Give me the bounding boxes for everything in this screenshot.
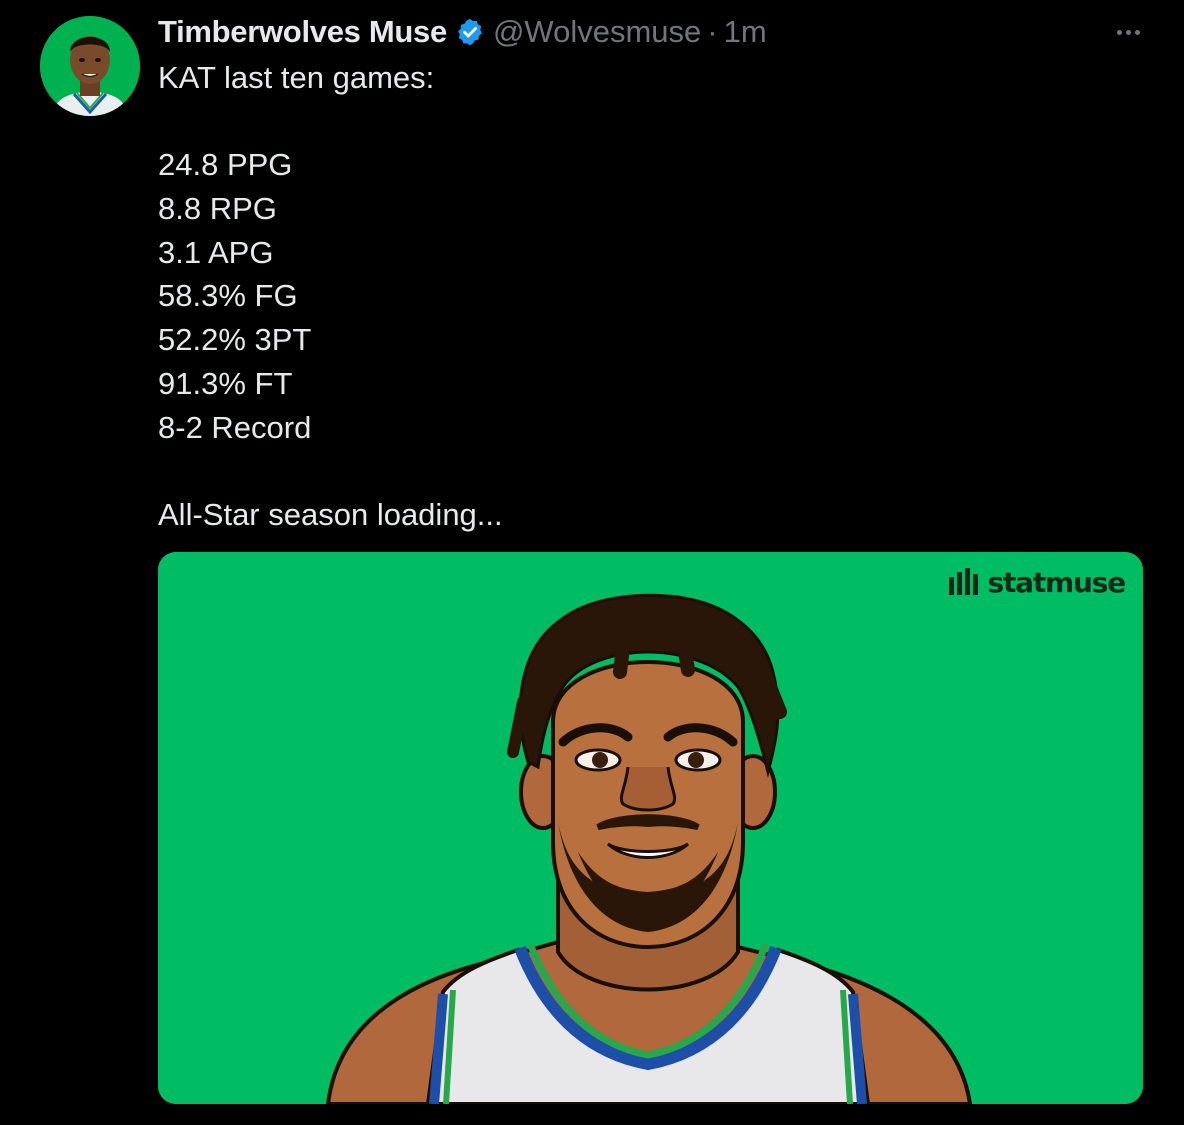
- text-line: 58.3% FG: [158, 278, 298, 314]
- text-line: All-Star season loading...: [158, 496, 503, 532]
- separator: ·: [707, 14, 718, 49]
- statmuse-text: statmuse: [987, 566, 1127, 599]
- player-illustration: [158, 552, 1143, 1104]
- tweet[interactable]: Timberwolves Muse @Wolvesmuse · 1m KAT l…: [0, 0, 1184, 1125]
- statmuse-logo-icon: [948, 567, 978, 595]
- more-horizontal-icon[interactable]: [1108, 20, 1148, 44]
- tweet-text: KAT last ten games: 24.8 PPG 8.8 RPG 3.1…: [158, 56, 1118, 537]
- text-line: 8.8 RPG: [158, 191, 277, 227]
- tweet-header: Timberwolves Muse @Wolvesmuse · 1m: [158, 12, 767, 52]
- statmuse-watermark: statmuse: [948, 566, 1126, 599]
- timestamp[interactable]: 1m: [724, 14, 767, 50]
- display-name[interactable]: Timberwolves Muse: [158, 14, 447, 50]
- text-line: 3.1 APG: [158, 234, 274, 270]
- avatar[interactable]: [40, 16, 140, 116]
- text-line: 91.3% FT: [158, 365, 293, 401]
- text-line: KAT last ten games:: [158, 60, 435, 95]
- text-line: 8-2 Record: [158, 409, 312, 445]
- text-line: 52.2% 3PT: [158, 322, 312, 358]
- media-image[interactable]: statmuse: [158, 552, 1143, 1104]
- verified-badge-icon: [455, 17, 485, 47]
- text-line: 24.8 PPG: [158, 147, 293, 183]
- handle[interactable]: @Wolvesmuse: [493, 14, 701, 50]
